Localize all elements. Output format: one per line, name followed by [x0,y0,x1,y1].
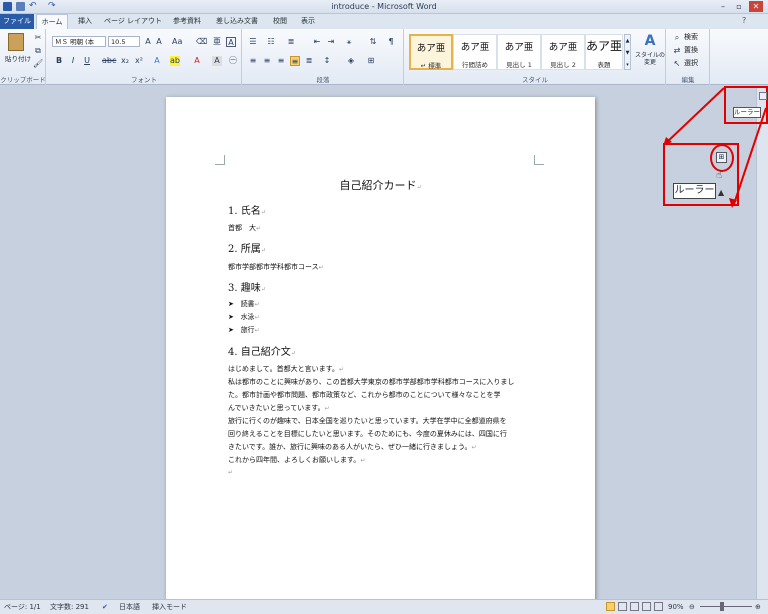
draft-icon[interactable] [654,602,663,611]
status-bar [0,599,768,614]
full-screen-reading-icon[interactable] [618,602,627,611]
zoom-slider-thumb[interactable] [720,602,724,611]
hand-cursor-icon: ☝ [716,170,723,181]
page-count[interactable]: ページ: 1/1 [4,602,41,612]
language-indicator[interactable]: 日本語 [119,602,140,612]
zoom-slider-track[interactable] [700,606,752,607]
scroll-up-arrow-icon: ▲ [718,188,725,197]
web-layout-icon[interactable] [630,602,639,611]
zoom-out-icon[interactable]: ⊖ [689,602,695,612]
zoom-level[interactable]: 90% [668,602,684,612]
zoom-in-icon[interactable]: ⊕ [755,602,761,612]
print-layout-icon[interactable] [606,602,615,611]
outline-icon[interactable] [642,602,651,611]
view-ruler-icon[interactable]: ⊞ [716,152,727,163]
proofing-icon[interactable]: ✔ [102,602,108,612]
callout-arrows [663,87,767,208]
arrow-line-left [665,87,725,144]
word-count[interactable]: 文字数: 291 [50,602,89,612]
ruler-tooltip-small: ルーラー [733,107,761,118]
insert-mode-indicator[interactable]: 挿入モード [152,602,187,612]
ruler-tooltip: ルーラー [673,183,716,199]
view-ruler-icon-small[interactable] [759,92,767,100]
